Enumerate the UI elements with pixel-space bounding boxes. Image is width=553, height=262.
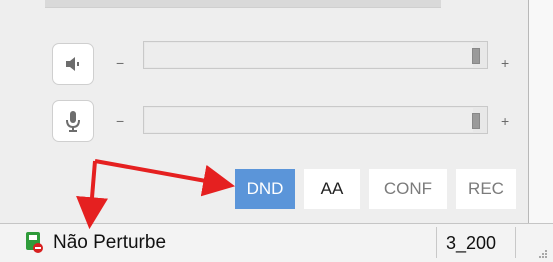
speaker-button[interactable] [52,43,94,85]
speaker-plus-button[interactable]: + [501,56,509,70]
microphone-button[interactable] [52,100,94,142]
microphone-plus-button[interactable]: + [501,114,509,128]
panel-top-divider [45,0,441,8]
microphone-volume-track [145,108,473,132]
speaker-icon [64,56,82,72]
conf-button[interactable]: CONF [369,169,447,209]
aa-button[interactable]: AA [304,169,360,209]
status-separator-right [515,227,516,258]
speaker-volume-thumb[interactable] [472,48,480,64]
control-panel: − + − + DND AA CONF REC [0,0,529,223]
resize-grip-icon[interactable] [536,246,548,258]
microphone-volume-thumb[interactable] [472,113,480,129]
microphone-volume-slider[interactable] [143,106,488,134]
status-separator [436,227,437,258]
extension-label: 3_200 [446,233,497,253]
status-text: Não Perturbe [53,232,167,253]
phone-status-icon [24,232,44,254]
sip-softphone-window: − + − + DND AA CONF REC Não Perturbe 3_2… [0,0,553,262]
speaker-volume-track [145,43,473,67]
status-bar: Não Perturbe 3_200 [0,223,553,262]
speaker-minus-button[interactable]: − [116,56,124,70]
microphone-minus-button[interactable]: − [116,114,124,128]
microphone-icon [65,110,81,132]
dnd-button[interactable]: DND [235,169,295,209]
speaker-volume-slider[interactable] [143,41,488,69]
rec-button[interactable]: REC [456,169,516,209]
